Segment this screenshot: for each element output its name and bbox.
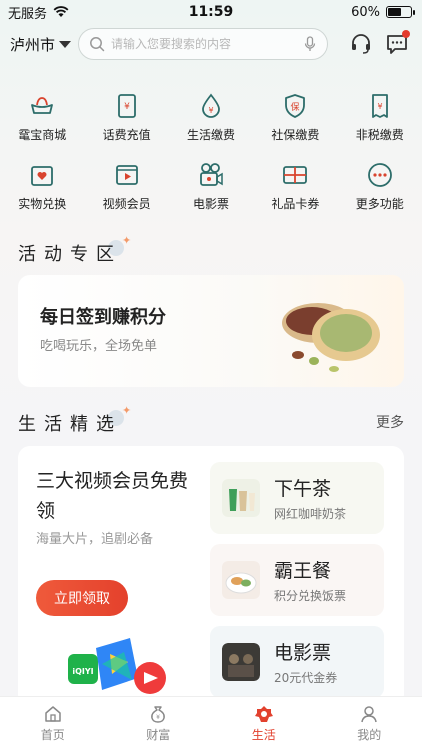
svg-text:¥: ¥ xyxy=(208,106,213,115)
offer-text: 霸王餐 积分兑换饭票 xyxy=(274,556,346,604)
search-box[interactable] xyxy=(78,28,328,60)
headset-icon xyxy=(352,34,370,54)
ingot-icon xyxy=(31,97,54,114)
video-vip-subtitle: 海量大片，追剧必备 xyxy=(36,532,154,547)
milk-tea-thumbnail xyxy=(222,479,260,517)
offer-subtitle: 积分兑换饭票 xyxy=(274,589,347,603)
service-label: 视频会员 xyxy=(102,197,151,211)
city-selector[interactable]: 泸州市 xyxy=(10,34,78,55)
svg-text:¥: ¥ xyxy=(156,714,160,721)
social-security-shield-icon: 保 xyxy=(285,94,306,118)
tab-label: 首页 xyxy=(40,728,65,742)
offer-title: 下午茶 xyxy=(274,478,332,500)
service-utility-payment[interactable]: ¥ 生活缴费 xyxy=(169,92,253,143)
service-label: 实物兑换 xyxy=(18,197,67,211)
free-meal-offer[interactable]: 霸王餐 积分兑换饭票 xyxy=(210,544,384,616)
service-label: 生活缴费 xyxy=(186,128,235,142)
service-label: 鼋宝商城 xyxy=(18,128,67,142)
utility-drop-icon: ¥ xyxy=(202,93,220,118)
more-dots-icon xyxy=(367,163,392,187)
status-left: 无服务 xyxy=(8,3,69,22)
svg-text:¥: ¥ xyxy=(377,102,382,111)
wifi-icon xyxy=(53,6,69,17)
service-gift-cards[interactable]: 礼品卡券 xyxy=(253,161,337,212)
service-video-membership[interactable]: 视频会员 xyxy=(84,161,168,212)
video-vip-title: 三大视频会员免费领 xyxy=(36,470,189,522)
tab-label: 财富 xyxy=(146,728,171,742)
battery-level xyxy=(388,8,402,16)
claim-now-button[interactable]: 立即领取 xyxy=(36,580,128,616)
tab-wealth[interactable]: ¥ 财富 xyxy=(106,697,212,750)
phone-bill-icon: ¥ xyxy=(117,94,136,118)
checkin-subtitle: 吃喝玩乐，全场免单 xyxy=(40,339,158,354)
more-link[interactable]: 更多 xyxy=(376,412,404,432)
unread-badge xyxy=(402,30,410,38)
messages-button[interactable] xyxy=(382,29,412,59)
status-bar: 无服务 11:59 60% xyxy=(0,0,422,24)
checkin-title: 每日签到赚积分 xyxy=(40,307,166,328)
video-play-icon xyxy=(115,165,138,185)
battery-icon xyxy=(386,6,415,18)
daily-checkin-card[interactable]: 每日签到赚积分 吃喝玩乐，全场免单 xyxy=(18,275,404,387)
service-label: 社保缴费 xyxy=(271,128,320,142)
life-icon xyxy=(254,706,273,722)
life-picks-card: 三大视频会员免费领 海量大片，追剧必备 立即领取 iQIYI 下午茶 网红咖啡奶… xyxy=(18,446,404,706)
svg-text:保: 保 xyxy=(291,101,300,113)
status-right: 60% xyxy=(351,4,415,20)
service-label: 话费充值 xyxy=(102,128,151,142)
meal-thumbnail xyxy=(222,561,260,599)
offer-title: 霸王餐 xyxy=(274,560,332,582)
service-label: 非税缴费 xyxy=(355,128,404,142)
service-movie-tickets[interactable]: 电影票 xyxy=(169,161,253,212)
service-non-tax-payment[interactable]: ¥ 非税缴费 xyxy=(338,92,422,143)
tab-label: 生活 xyxy=(251,728,276,742)
battery-percent: 60% xyxy=(351,4,380,20)
life-section-title: 生活精选 xyxy=(18,414,122,435)
movie-poster-thumbnail xyxy=(222,643,260,681)
carrier-label: 无服务 xyxy=(8,6,48,22)
gift-box-icon xyxy=(31,166,54,186)
sparkle-icon: ✦ xyxy=(122,234,132,247)
service-phone-topup[interactable]: ¥ 话费充值 xyxy=(84,92,168,143)
service-label: 更多功能 xyxy=(355,197,404,211)
search-input[interactable] xyxy=(111,37,297,51)
offer-subtitle: 20元代金券 xyxy=(274,671,338,685)
film-camera-icon xyxy=(200,163,223,186)
service-label: 电影票 xyxy=(192,197,229,211)
movie-ticket-offer[interactable]: 电影票 20元代金券 xyxy=(210,626,384,698)
activity-section-title: 活动专区 xyxy=(18,244,122,265)
offer-title: 电影票 xyxy=(274,642,332,664)
service-more[interactable]: 更多功能 xyxy=(338,161,422,212)
receipt-icon: ¥ xyxy=(371,94,388,118)
service-ingot-mall[interactable]: 鼋宝商城 xyxy=(0,92,84,143)
service-social-security[interactable]: 保 社保缴费 xyxy=(253,92,337,143)
afternoon-tea-offer[interactable]: 下午茶 网红咖啡奶茶 xyxy=(210,462,384,534)
gift-card-icon xyxy=(283,166,308,184)
tab-life[interactable]: 生活 xyxy=(211,697,317,750)
service-label: 礼品卡券 xyxy=(271,197,320,211)
offer-text: 下午茶 网红咖啡奶茶 xyxy=(274,474,346,522)
wealth-bag-icon: ¥ xyxy=(151,706,166,723)
offer-subtitle: 网红咖啡奶茶 xyxy=(274,507,347,521)
video-app-logos: iQIYI xyxy=(68,638,166,694)
microphone-icon[interactable] xyxy=(303,36,317,52)
tab-label: 我的 xyxy=(357,728,382,742)
service-grid: 鼋宝商城 ¥ 话费充值 ¥ 生活缴费 保 社保缴费 ¥ 非税缴费 实物兑换 视频… xyxy=(0,92,422,212)
service-goods-exchange[interactable]: 实物兑换 xyxy=(0,161,84,212)
city-label: 泸州市 xyxy=(10,35,56,54)
search-icon xyxy=(90,37,105,52)
tab-home[interactable]: 首页 xyxy=(0,697,106,750)
search-row: 泸州市 xyxy=(0,26,422,62)
bottom-tab-bar: 首页 ¥ 财富 生活 我的 xyxy=(0,696,422,750)
home-icon xyxy=(45,706,61,722)
offer-text: 电影票 20元代金券 xyxy=(274,638,337,686)
profile-icon xyxy=(361,706,377,723)
sparkle-icon: ✦ xyxy=(122,404,132,417)
iqiyi-logo-text: iQIYI xyxy=(72,667,93,676)
svg-text:¥: ¥ xyxy=(124,102,130,112)
cookie-illustration xyxy=(282,303,380,372)
tab-mine[interactable]: 我的 xyxy=(317,697,422,750)
chevron-down-icon xyxy=(59,40,72,48)
customer-service-button[interactable] xyxy=(346,29,376,59)
